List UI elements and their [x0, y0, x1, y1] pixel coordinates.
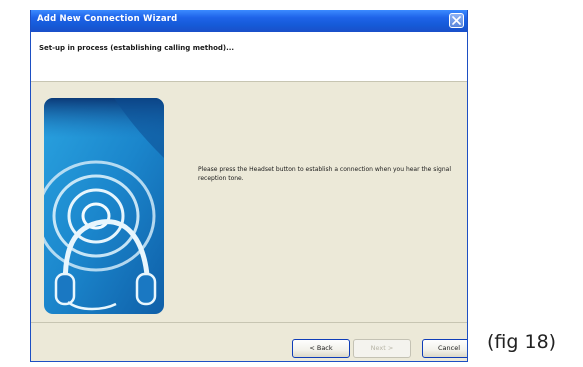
- cancel-button[interactable]: Cancel: [422, 339, 467, 358]
- headset-signal-icon: [44, 98, 164, 314]
- wizard-body: Please press the Headset button to estab…: [31, 82, 467, 322]
- close-icon: [452, 16, 461, 25]
- window-title: Add New Connection Wizard: [37, 14, 178, 24]
- back-button[interactable]: < Back: [292, 339, 350, 358]
- wizard-header: Set-up in process (establishing calling …: [31, 32, 467, 82]
- title-bar[interactable]: Add New Connection Wizard: [31, 10, 467, 32]
- screenshot-stage: Add New Connection Wizard Set-up in proc…: [0, 0, 583, 367]
- wizard-footer: < Back Next > Cancel: [31, 322, 467, 361]
- headset-illustration: [44, 98, 164, 314]
- status-text: Set-up in process (establishing calling …: [39, 44, 235, 52]
- close-button[interactable]: [449, 13, 464, 28]
- instruction-text: Please press the Headset button to estab…: [198, 166, 451, 182]
- next-button[interactable]: Next >: [353, 339, 411, 358]
- wizard-window: Add New Connection Wizard Set-up in proc…: [30, 10, 468, 362]
- figure-caption: (fig 18): [487, 331, 557, 353]
